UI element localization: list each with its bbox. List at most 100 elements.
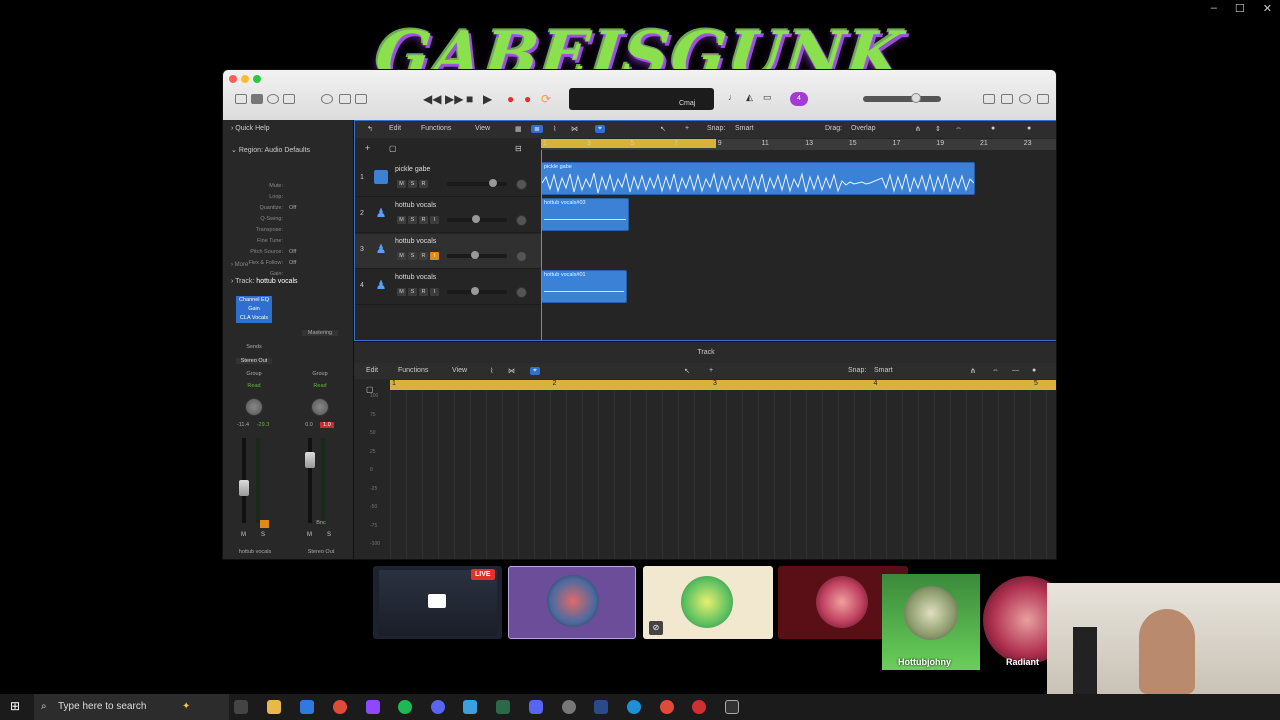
track-volume-slider[interactable]: [447, 251, 507, 259]
list-editors-icon[interactable]: [983, 94, 995, 104]
obs-icon[interactable]: [431, 700, 445, 714]
track-header[interactable]: 2 ♟ hottub vocals M S R I: [355, 198, 541, 233]
editor-ruler[interactable]: 1 2 3 4 5: [390, 380, 1056, 390]
record-enable-button[interactable]: R: [419, 180, 428, 188]
steam-icon[interactable]: [594, 700, 608, 714]
drag-value[interactable]: Overlap: [851, 125, 876, 132]
participant-tile[interactable]: ⊘: [643, 566, 773, 639]
mixer-icon[interactable]: [339, 94, 351, 104]
count-in-icon[interactable]: ▭: [763, 92, 772, 103]
library-icon[interactable]: [235, 94, 247, 104]
timeline-ruler[interactable]: 1 3 5 7 9 11 13 15 17 19 21 23: [541, 139, 1056, 150]
volume-fader[interactable]: [239, 480, 249, 496]
grid-view-icon[interactable]: ▦: [515, 125, 522, 133]
mute-button[interactable]: M: [397, 180, 406, 188]
mute-button[interactable]: M: [241, 532, 246, 538]
functions-menu[interactable]: Functions: [398, 367, 428, 374]
outlook-icon[interactable]: [300, 700, 314, 714]
spotify-icon[interactable]: [398, 700, 412, 714]
chrome-profile-icon[interactable]: [660, 700, 674, 714]
flex-icon[interactable]: ⌇: [490, 367, 493, 375]
count-badge[interactable]: 4: [790, 92, 808, 106]
plugin-slot[interactable]: CLA Vocals: [236, 314, 272, 323]
epic-games-icon[interactable]: [725, 700, 739, 714]
audio-region[interactable]: pickle gabe: [541, 162, 975, 195]
bounce-button[interactable]: Bnc: [313, 520, 329, 526]
windows-start-icon[interactable]: ⊞: [10, 699, 20, 713]
waveform-zoom-icon[interactable]: ⋔: [915, 125, 921, 133]
record-icon[interactable]: ●: [507, 92, 514, 106]
track-pan-knob[interactable]: [516, 287, 527, 298]
track-row[interactable]: › Track: hottub vocals: [231, 278, 298, 285]
slider-knob[interactable]: [489, 179, 497, 187]
github-icon[interactable]: [562, 700, 576, 714]
audio-region[interactable]: hottub vocals#03: [541, 198, 629, 231]
twitch-icon[interactable]: [366, 700, 380, 714]
cycle-icon[interactable]: ⟳: [541, 92, 551, 106]
metronome-icon[interactable]: ◭: [746, 92, 753, 103]
catch-icon[interactable]: ⋈: [508, 367, 515, 375]
lcd-display[interactable]: Cmaj: [569, 88, 714, 110]
mute-button[interactable]: M: [397, 252, 406, 260]
input-monitor-button[interactable]: I: [430, 252, 439, 260]
track-name[interactable]: pickle gabe: [395, 166, 430, 173]
pan-knob[interactable]: [311, 398, 329, 416]
mute-button[interactable]: M: [397, 288, 406, 296]
zoom-window-icon[interactable]: [253, 75, 261, 83]
discord-icon[interactable]: [529, 700, 543, 714]
zoom-slider-knob[interactable]: ●: [991, 125, 995, 132]
toolbar-icon[interactable]: [283, 94, 295, 104]
inspector-icon[interactable]: [251, 94, 263, 104]
param-value[interactable]: Off: [289, 205, 296, 211]
minimize-window-icon[interactable]: [241, 75, 249, 83]
horizontal-zoom-icon[interactable]: ⇔: [992, 367, 999, 374]
pencil-tool-icon[interactable]: +: [709, 367, 713, 374]
input-monitor-button[interactable]: I: [430, 216, 439, 224]
solo-button[interactable]: S: [408, 288, 417, 296]
screenshare-tile[interactable]: LIVE: [373, 566, 502, 639]
mastering-slot[interactable]: Mastering: [302, 330, 338, 336]
global-tracks-icon[interactable]: ▢: [389, 144, 397, 153]
master-volume-slider[interactable]: [863, 93, 941, 103]
solo-button[interactable]: S: [408, 216, 417, 224]
track-header[interactable]: 1 pickle gabe M S R: [355, 162, 541, 197]
input-monitor-button[interactable]: I: [430, 288, 439, 296]
view-menu[interactable]: View: [452, 367, 467, 374]
pencil-tool-icon[interactable]: +: [685, 125, 689, 132]
horizontal-zoom-icon[interactable]: ⇔: [955, 125, 962, 132]
close-window-icon[interactable]: [229, 75, 237, 83]
record-enable-button[interactable]: R: [419, 216, 428, 224]
add-track-icon[interactable]: +: [365, 143, 370, 153]
participant-card[interactable]: Hottubjohny: [882, 574, 980, 670]
copilot-icon[interactable]: ✦: [182, 694, 190, 720]
param-value[interactable]: Off: [289, 249, 296, 255]
rewind-icon[interactable]: ◀◀: [423, 92, 441, 106]
plugin-slot[interactable]: Channel EQ: [236, 296, 272, 305]
slider-knob[interactable]: [472, 215, 481, 223]
output-slot[interactable]: Stereo Out: [236, 358, 272, 364]
browser-icon[interactable]: [1037, 94, 1049, 104]
track-header[interactable]: 3 ♟ hottub vocals M S R I: [355, 234, 541, 269]
quick-help-row[interactable]: › Quick Help: [231, 125, 270, 132]
fast-forward-icon[interactable]: ▶▶: [445, 92, 463, 106]
group-slot[interactable]: Group: [236, 371, 272, 377]
edit-menu[interactable]: Edit: [366, 367, 378, 374]
slider-knob[interactable]: [471, 287, 480, 295]
track-volume-slider[interactable]: [447, 215, 507, 223]
input-monitor-button[interactable]: [260, 520, 269, 528]
snap-value[interactable]: Smart: [874, 367, 893, 374]
functions-menu[interactable]: Functions: [421, 125, 451, 132]
edge-icon[interactable]: [627, 700, 641, 714]
participant-tile[interactable]: [508, 566, 636, 639]
view-menu[interactable]: View: [475, 125, 490, 132]
editors-icon[interactable]: [355, 94, 367, 104]
volume-fader[interactable]: [305, 452, 315, 468]
solo-button[interactable]: S: [408, 180, 417, 188]
app-icon[interactable]: [496, 700, 510, 714]
capture-record-icon[interactable]: ●: [524, 92, 531, 106]
pointer-tool-icon[interactable]: ↖: [660, 125, 666, 133]
automation-mode[interactable]: Read: [236, 383, 272, 389]
vertical-zoom-icon[interactable]: ⇕: [935, 125, 941, 133]
taskbar-search[interactable]: ⌕ Type here to search ✦: [34, 694, 229, 720]
slider-knob[interactable]: [911, 93, 921, 103]
